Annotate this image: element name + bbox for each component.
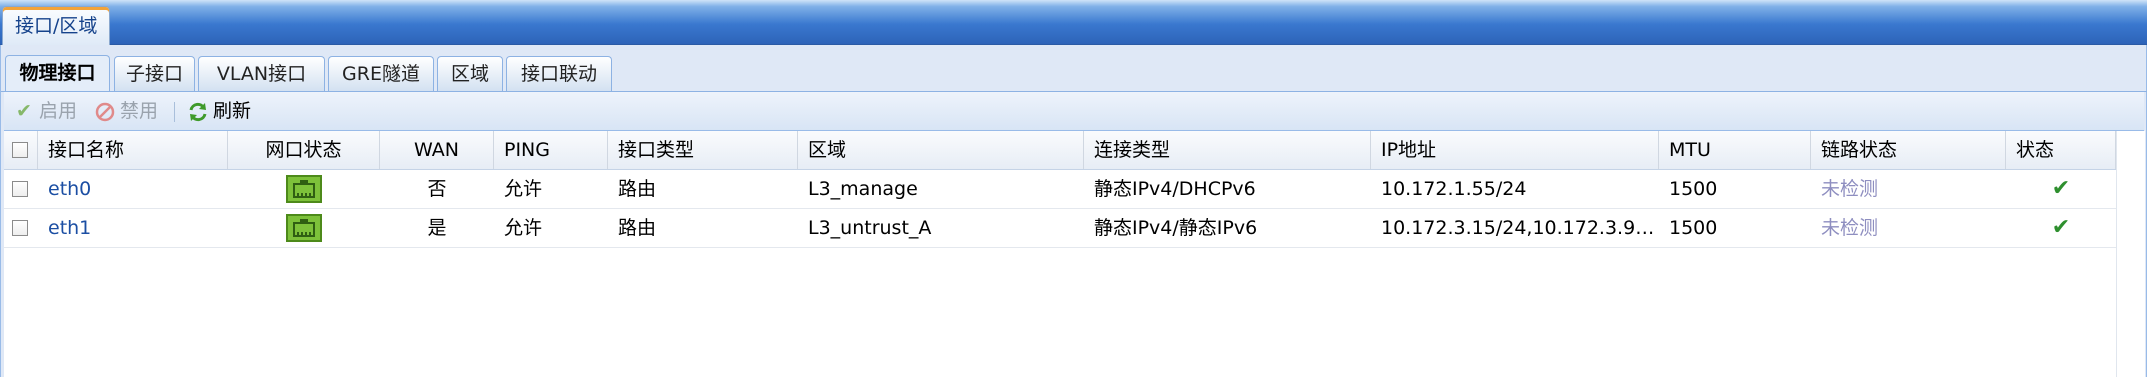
col-header-port-status[interactable]: 网口状态 xyxy=(228,131,380,169)
interface-type-cell: 路由 xyxy=(618,178,657,200)
col-header-interface-type[interactable]: 接口类型 xyxy=(608,131,798,169)
port-status-cell xyxy=(228,170,380,208)
row-checkbox[interactable] xyxy=(12,181,28,197)
table-row[interactable]: eth1 是 允许 路由 L3_untrust_A 静态IPv4/静态IPv6 … xyxy=(4,209,2116,248)
enable-button[interactable]: ✔ 启用 xyxy=(13,92,77,130)
ping-cell: 允许 xyxy=(504,217,543,239)
table-header: 接口名称 网口状态 WAN PING 接口类型 区域 连接类型 IP地址 MTU… xyxy=(4,131,2116,170)
main-panel: 物理接口 子接口 VLAN接口 GRE隧道 区域 接口联动 ✔ 启用 禁用 刷新… xyxy=(0,45,2147,377)
disable-button[interactable]: 禁用 xyxy=(94,92,158,130)
ip-address-cell: 10.172.1.55/24 xyxy=(1381,178,1527,200)
vertical-scroll-area[interactable] xyxy=(2116,131,2145,377)
enable-label: 启用 xyxy=(39,100,78,122)
table-row[interactable]: eth0 否 允许 路由 L3_manage 静态IPv4/DHCPv6 10.… xyxy=(4,170,2116,209)
interface-name-link[interactable]: eth0 xyxy=(38,170,228,208)
col-header-ping[interactable]: PING xyxy=(494,131,608,169)
link-status-cell: 未检测 xyxy=(1821,178,1879,200)
mtu-cell: 1500 xyxy=(1669,178,1718,200)
tab-sub-interface[interactable]: 子接口 xyxy=(114,56,195,91)
refresh-button[interactable]: 刷新 xyxy=(187,92,251,130)
tab-physical-interface[interactable]: 物理接口 xyxy=(5,55,110,92)
connection-type-cell: 静态IPv4/静态IPv6 xyxy=(1094,217,1258,239)
status-check-icon: ✔ xyxy=(2051,215,2071,240)
refresh-icon xyxy=(187,92,209,130)
check-icon: ✔ xyxy=(16,100,32,122)
window-tab-interface-zone[interactable]: 接口/区域 xyxy=(2,6,111,45)
port-status-cell xyxy=(228,209,380,247)
interface-type-cell: 路由 xyxy=(618,217,657,239)
tab-vlan-interface[interactable]: VLAN接口 xyxy=(198,56,325,91)
tab-gre-tunnel[interactable]: GRE隧道 xyxy=(328,56,434,91)
tab-interface-linkage[interactable]: 接口联动 xyxy=(506,56,612,91)
zone-cell: L3_untrust_A xyxy=(808,217,932,239)
wan-cell: 否 xyxy=(427,178,447,200)
col-header-link-status[interactable]: 链路状态 xyxy=(1811,131,2006,169)
zone-cell: L3_manage xyxy=(808,178,918,200)
col-header-interface-name[interactable]: 接口名称 xyxy=(38,131,228,169)
ethernet-port-icon xyxy=(286,214,322,242)
select-all-header xyxy=(4,131,38,169)
col-header-wan[interactable]: WAN xyxy=(380,131,494,169)
toolbar-separator xyxy=(174,102,175,122)
col-header-mtu[interactable]: MTU xyxy=(1659,131,1811,169)
status-check-icon: ✔ xyxy=(2051,176,2071,201)
col-header-connection-type[interactable]: 连接类型 xyxy=(1084,131,1371,169)
ping-cell: 允许 xyxy=(504,178,543,200)
refresh-label: 刷新 xyxy=(213,100,252,122)
connection-type-cell: 静态IPv4/DHCPv6 xyxy=(1094,178,1256,200)
ip-address-cell: 10.172.3.15/24,10.172.3.94/2... xyxy=(1381,217,1659,239)
interface-name-link[interactable]: eth1 xyxy=(38,209,228,247)
col-header-zone[interactable]: 区域 xyxy=(798,131,1084,169)
select-all-checkbox[interactable] xyxy=(12,142,28,158)
interface-table: 接口名称 网口状态 WAN PING 接口类型 区域 连接类型 IP地址 MTU… xyxy=(4,131,2145,377)
toolbar: ✔ 启用 禁用 刷新 xyxy=(4,92,2144,131)
link-status-cell: 未检测 xyxy=(1821,217,1879,239)
col-header-status[interactable]: 状态 xyxy=(2006,131,2116,169)
ethernet-port-icon xyxy=(286,175,322,203)
ban-icon xyxy=(94,92,116,130)
row-checkbox[interactable] xyxy=(12,220,28,236)
tab-zone[interactable]: 区域 xyxy=(437,56,503,91)
disable-label: 禁用 xyxy=(120,100,159,122)
window-title-bar: 接口/区域 xyxy=(0,0,2147,45)
col-header-ip-address[interactable]: IP地址 xyxy=(1371,131,1659,169)
mtu-cell: 1500 xyxy=(1669,217,1718,239)
wan-cell: 是 xyxy=(427,217,447,239)
